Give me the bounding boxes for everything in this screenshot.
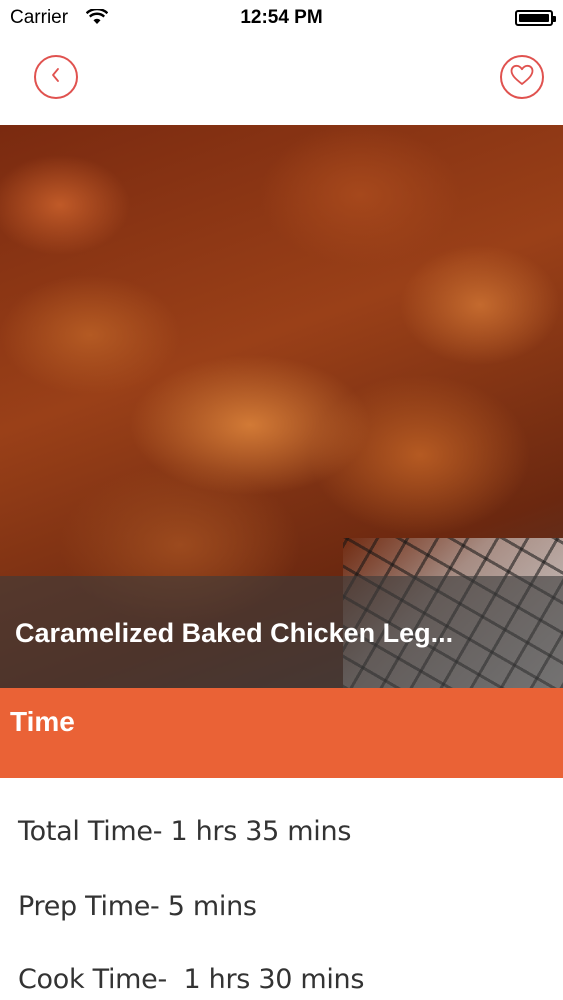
- battery-icon: [515, 10, 556, 26]
- total-time: Total Time- 1 hrs 35 mins: [18, 816, 352, 847]
- recipe-title: Caramelized Baked Chicken Leg...: [15, 618, 454, 648]
- back-button[interactable]: [34, 55, 78, 99]
- status-bar: Carrier 12:54 PM: [0, 0, 563, 36]
- time-section-header: [0, 688, 563, 778]
- chevron-left-icon: [49, 66, 63, 89]
- time-section-title: Time: [10, 706, 75, 737]
- recipe-photo: [0, 125, 563, 688]
- heart-icon: [509, 63, 535, 92]
- cook-time: Cook Time- 1 hrs 30 mins: [18, 964, 365, 995]
- clock: 12:54 PM: [240, 7, 323, 28]
- favorite-button[interactable]: [500, 55, 544, 99]
- prep-time: Prep Time- 5 mins: [18, 891, 257, 922]
